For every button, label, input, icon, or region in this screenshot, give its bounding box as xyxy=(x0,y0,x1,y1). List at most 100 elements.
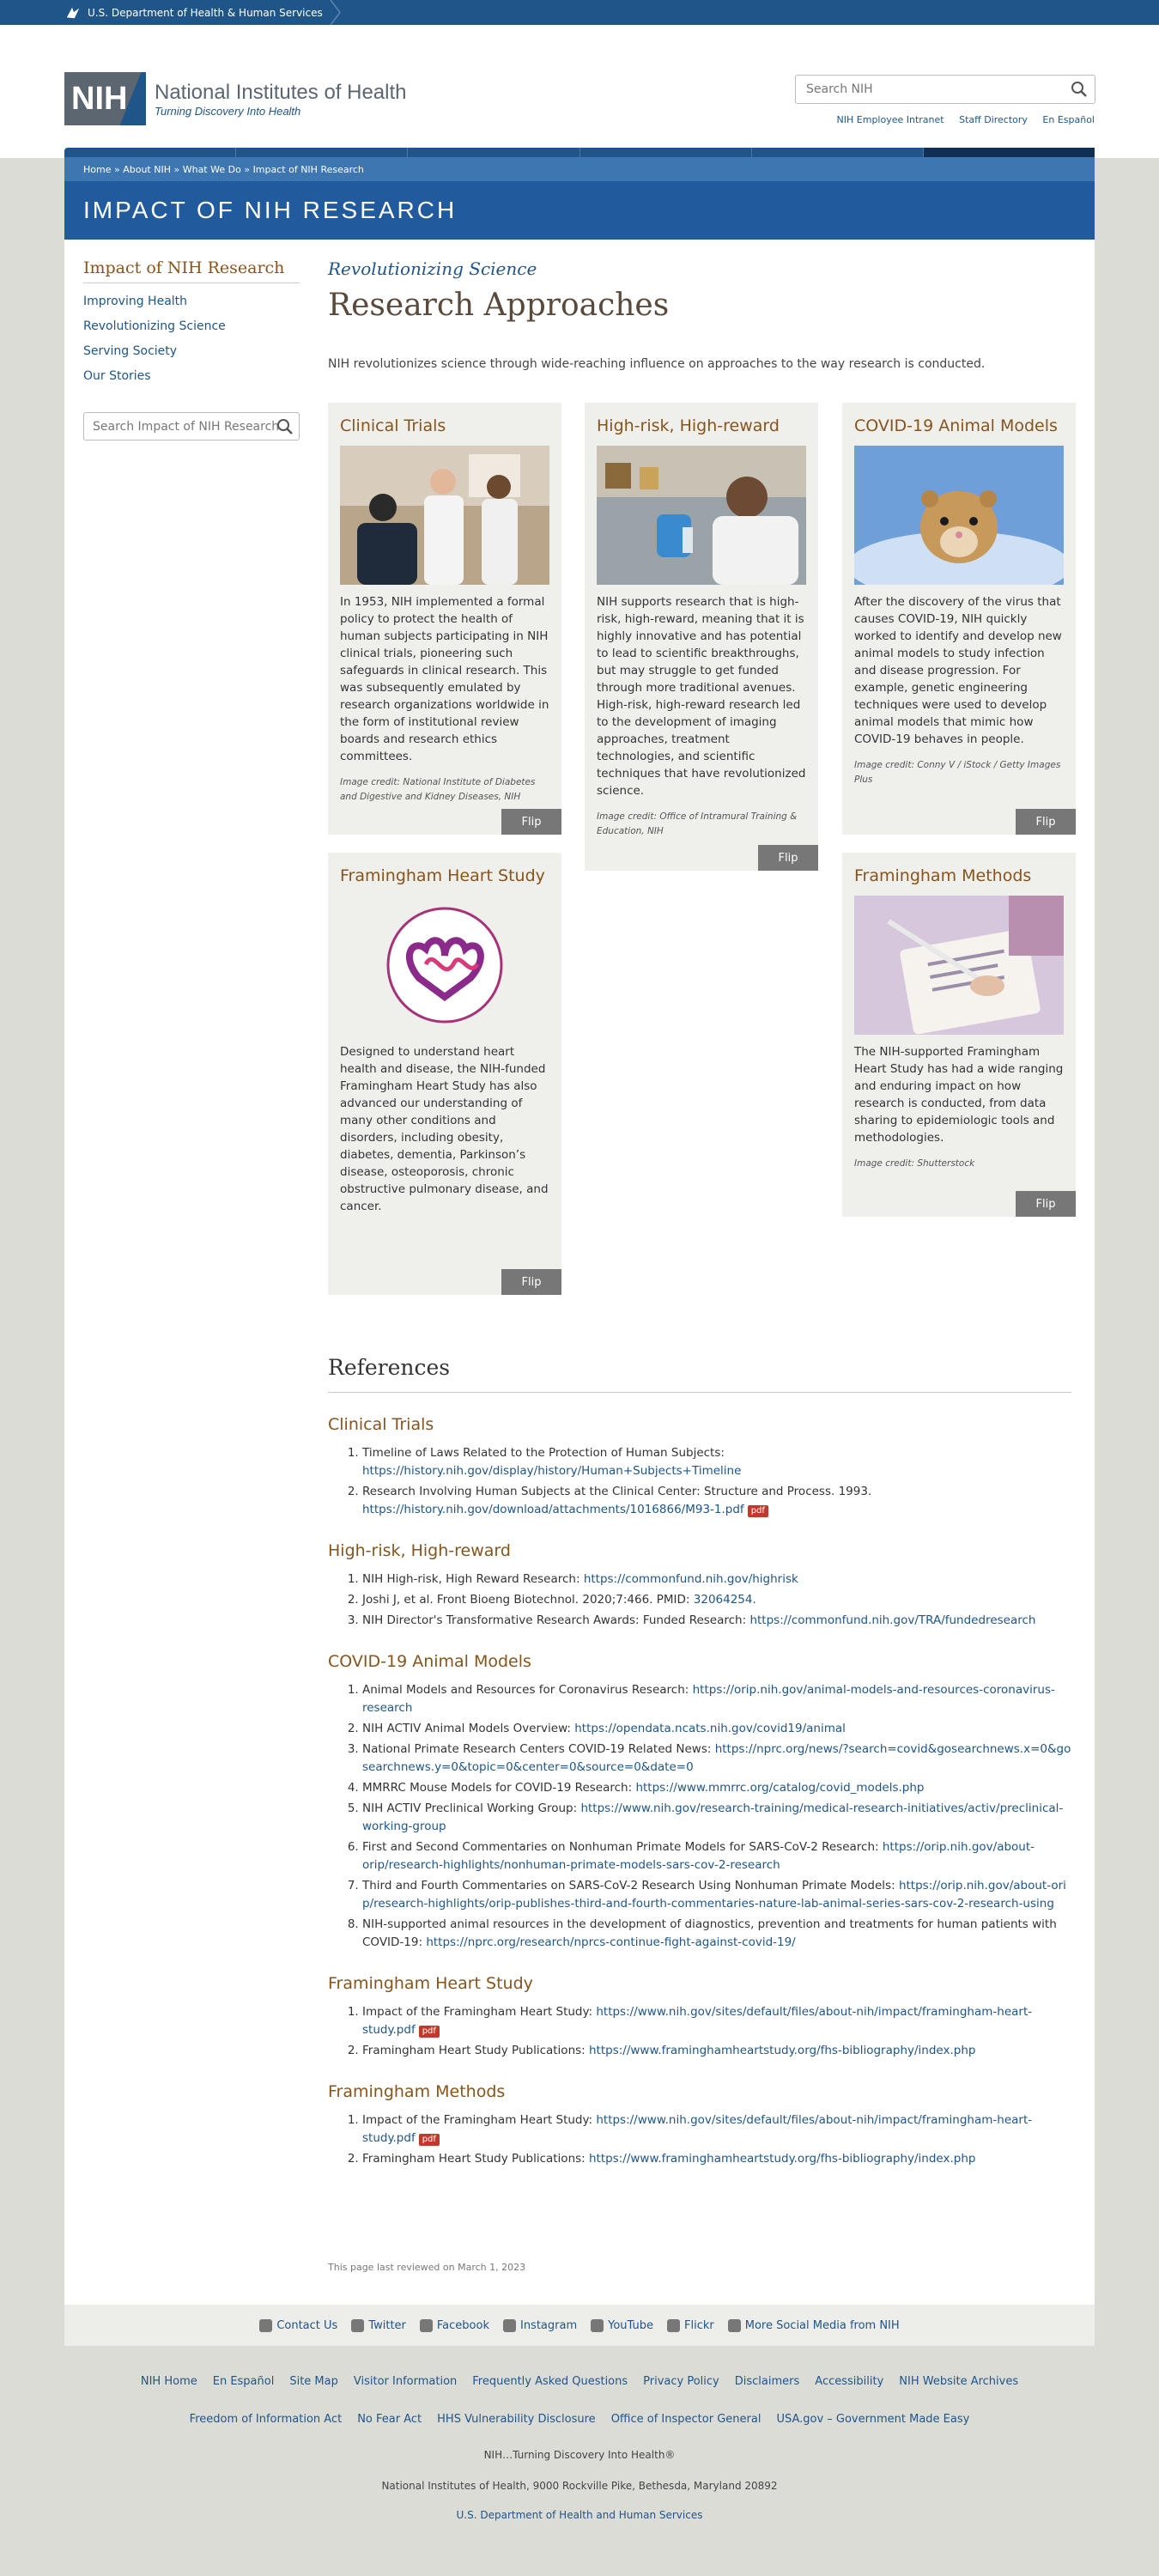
page-kicker[interactable]: Revolutionizing Science xyxy=(328,258,1071,279)
search-icon[interactable] xyxy=(1071,81,1088,98)
ref-group-title: COVID-19 Animal Models xyxy=(328,1652,531,1671)
util-link-intranet[interactable]: NIH Employee Intranet xyxy=(837,114,944,125)
flip-button[interactable]: Flip xyxy=(758,845,818,871)
social-youtube[interactable]: YouTube xyxy=(591,2318,653,2332)
ref-item: Third and Fourth Commentaries on SARS-Co… xyxy=(362,1877,1071,1913)
search-input[interactable]: Search NIH xyxy=(795,75,1095,104)
card-title: Clinical Trials xyxy=(340,416,446,435)
twitter-icon xyxy=(351,2318,365,2332)
sidebar-item-improving-health[interactable]: Improving Health xyxy=(83,295,300,308)
flip-button[interactable]: Flip xyxy=(1016,1191,1076,1217)
ref-item: NIH ACTIV Preclinical Working Group: htt… xyxy=(362,1800,1071,1836)
footer-link[interactable]: HHS Vulnerability Disclosure xyxy=(437,2413,596,2426)
footer-link[interactable]: Freedom of Information Act xyxy=(190,2413,343,2426)
nih-logo[interactable]: NIH National Institutes of Health Turnin… xyxy=(64,72,407,125)
footer-link[interactable]: Disclaimers xyxy=(735,2375,800,2388)
framingham-methods-image xyxy=(854,896,1064,1035)
pdf-badge: pdf xyxy=(418,2026,440,2038)
ref-item: Research Involving Human Subjects at the… xyxy=(362,1483,1071,1519)
footer-hhs-link[interactable]: U.S. Department of Health and Human Serv… xyxy=(457,2509,703,2521)
search-icon[interactable] xyxy=(276,418,294,435)
ref-group-title: Framingham Heart Study xyxy=(328,1974,533,1993)
breadcrumb: Home » About NIH » What We Do » Impact o… xyxy=(64,157,1095,181)
ref-link[interactable]: https://commonfund.nih.gov/TRA/fundedres… xyxy=(749,1613,1035,1627)
ref-item: Joshi J, et al. Front Bioeng Biotechnol.… xyxy=(362,1591,1071,1609)
ref-text: Impact of the Framingham Heart Study: xyxy=(362,2113,597,2127)
section-banner: IMPACT OF NIH RESEARCH xyxy=(64,181,1095,240)
sidebar-item-revolutionizing-science[interactable]: Revolutionizing Science xyxy=(83,319,300,333)
hhs-bar-text[interactable]: U.S. Department of Health & Human Servic… xyxy=(88,7,323,19)
framingham-logo-image xyxy=(340,896,549,1035)
footer-link[interactable]: NIH Home xyxy=(141,2375,197,2388)
pdf-badge: pdf xyxy=(418,2134,440,2146)
flip-button[interactable]: Flip xyxy=(501,1269,561,1295)
social-instagram[interactable]: Instagram xyxy=(502,2318,577,2332)
ref-link[interactable]: 32064254. xyxy=(694,1593,756,1607)
footer-link[interactable]: Office of Inspector General xyxy=(611,2413,762,2426)
footer-address: National Institutes of Health, 9000 Rock… xyxy=(381,2480,778,2492)
ref-list: Impact of the Framingham Heart Study: ht… xyxy=(328,2003,1071,2060)
card-text: NIH supports research that is high-risk,… xyxy=(597,595,806,798)
footer-link[interactable]: Privacy Policy xyxy=(643,2375,719,2388)
footer-link[interactable]: USA.gov – Government Made Easy xyxy=(776,2413,969,2426)
ref-item: Impact of the Framingham Heart Study: ht… xyxy=(362,2003,1071,2039)
youtube-icon xyxy=(591,2318,604,2332)
ref-item: National Primate Research Centers COVID-… xyxy=(362,1741,1071,1777)
flip-button[interactable]: Flip xyxy=(501,809,561,835)
card-covid-animal-models: COVID-19 Animal Models After the discove… xyxy=(842,403,1076,835)
ref-link[interactable]: https://opendata.ncats.nih.gov/covid19/a… xyxy=(574,1722,846,1735)
social-flickr[interactable]: Flickr xyxy=(667,2318,714,2332)
card-title: Framingham Heart Study xyxy=(340,866,545,885)
hamster-image xyxy=(854,446,1064,585)
social-twitter[interactable]: Twitter xyxy=(351,2318,406,2332)
ref-text: NIH High-risk, High Reward Research: xyxy=(362,1572,584,1586)
ref-link[interactable]: https://commonfund.nih.gov/highrisk xyxy=(584,1572,798,1586)
ref-link[interactable]: https://history.nih.gov/download/attachm… xyxy=(362,1503,744,1516)
footer-link[interactable]: Accessibility xyxy=(815,2375,883,2388)
sidebar-item-our-stories[interactable]: Our Stories xyxy=(83,369,300,383)
social-more[interactable]: More Social Media from NIH xyxy=(727,2318,900,2332)
sidebar: Impact of NIH Research Improving Health … xyxy=(83,258,300,440)
breadcrumb-home[interactable]: Home xyxy=(83,164,111,175)
footer-link[interactable]: Site Map xyxy=(289,2375,338,2388)
social-facebook[interactable]: Facebook xyxy=(419,2318,489,2332)
logo-name: National Institutes of Health xyxy=(155,80,407,104)
footer-link[interactable]: En Español xyxy=(213,2375,275,2388)
flip-button[interactable]: Flip xyxy=(1016,809,1076,835)
ref-link[interactable]: https://www.framinghamheartstudy.org/fhs… xyxy=(589,2152,975,2166)
ref-group-title: Clinical Trials xyxy=(328,1415,434,1434)
ref-text: First and Second Commentaries on Nonhuma… xyxy=(362,1840,883,1854)
ref-item: Timeline of Laws Related to the Protecti… xyxy=(362,1444,1071,1480)
sidebar-item-serving-society[interactable]: Serving Society xyxy=(83,344,300,358)
hhs-bar[interactable]: U.S. Department of Health & Human Servic… xyxy=(0,0,1159,25)
ref-text: Impact of the Framingham Heart Study: xyxy=(362,2005,597,2019)
ref-item: Animal Models and Resources for Coronavi… xyxy=(362,1681,1071,1717)
ref-text: Research Involving Human Subjects at the… xyxy=(362,1485,872,1498)
ref-list: Impact of the Framingham Heart Study: ht… xyxy=(328,2111,1071,2168)
util-link-espanol[interactable]: En Español xyxy=(1042,114,1095,125)
site-header: NIH National Institutes of Health Turnin… xyxy=(0,25,1159,182)
sidebar-title[interactable]: Impact of NIH Research xyxy=(83,258,300,283)
util-link-staff[interactable]: Staff Directory xyxy=(959,114,1028,125)
ref-link[interactable]: https://history.nih.gov/display/history/… xyxy=(362,1464,741,1478)
footer-link[interactable]: Frequently Asked Questions xyxy=(472,2375,628,2388)
social-contact-us[interactable]: Contact Us xyxy=(259,2318,337,2332)
ref-text: NIH ACTIV Animal Models Overview: xyxy=(362,1722,575,1735)
footer-link[interactable]: No Fear Act xyxy=(357,2413,422,2426)
search-placeholder: Search NIH xyxy=(806,82,873,96)
social-bar: Contact Us Twitter Facebook Instagram Yo… xyxy=(64,2305,1095,2346)
footer-link[interactable]: Visitor Information xyxy=(354,2375,457,2388)
ref-text: Timeline of Laws Related to the Protecti… xyxy=(362,1446,725,1460)
main-content: Home » About NIH » What We Do » Impact o… xyxy=(64,157,1095,2305)
ref-item: NIH Director's Transformative Research A… xyxy=(362,1612,1071,1630)
sidebar-search-input[interactable]: Search Impact of NIH Research xyxy=(83,412,300,440)
ref-text: NIH ACTIV Preclinical Working Group: xyxy=(362,1801,581,1815)
footer-link[interactable]: NIH Website Archives xyxy=(899,2375,1018,2388)
breadcrumb-about[interactable]: About NIH xyxy=(123,164,171,175)
breadcrumb-impact[interactable]: Impact of NIH Research xyxy=(253,164,364,175)
ref-link[interactable]: https://www.mmrrc.org/catalog/covid_mode… xyxy=(635,1781,924,1795)
ref-link[interactable]: https://nprc.org/research/nprcs-continue… xyxy=(426,1935,795,1949)
card-framingham-heart-study: Framingham Heart Study Designed to under… xyxy=(328,853,561,1295)
ref-link[interactable]: https://www.framinghamheartstudy.org/fhs… xyxy=(589,2044,975,2057)
breadcrumb-what-we-do[interactable]: What We Do xyxy=(183,164,241,175)
